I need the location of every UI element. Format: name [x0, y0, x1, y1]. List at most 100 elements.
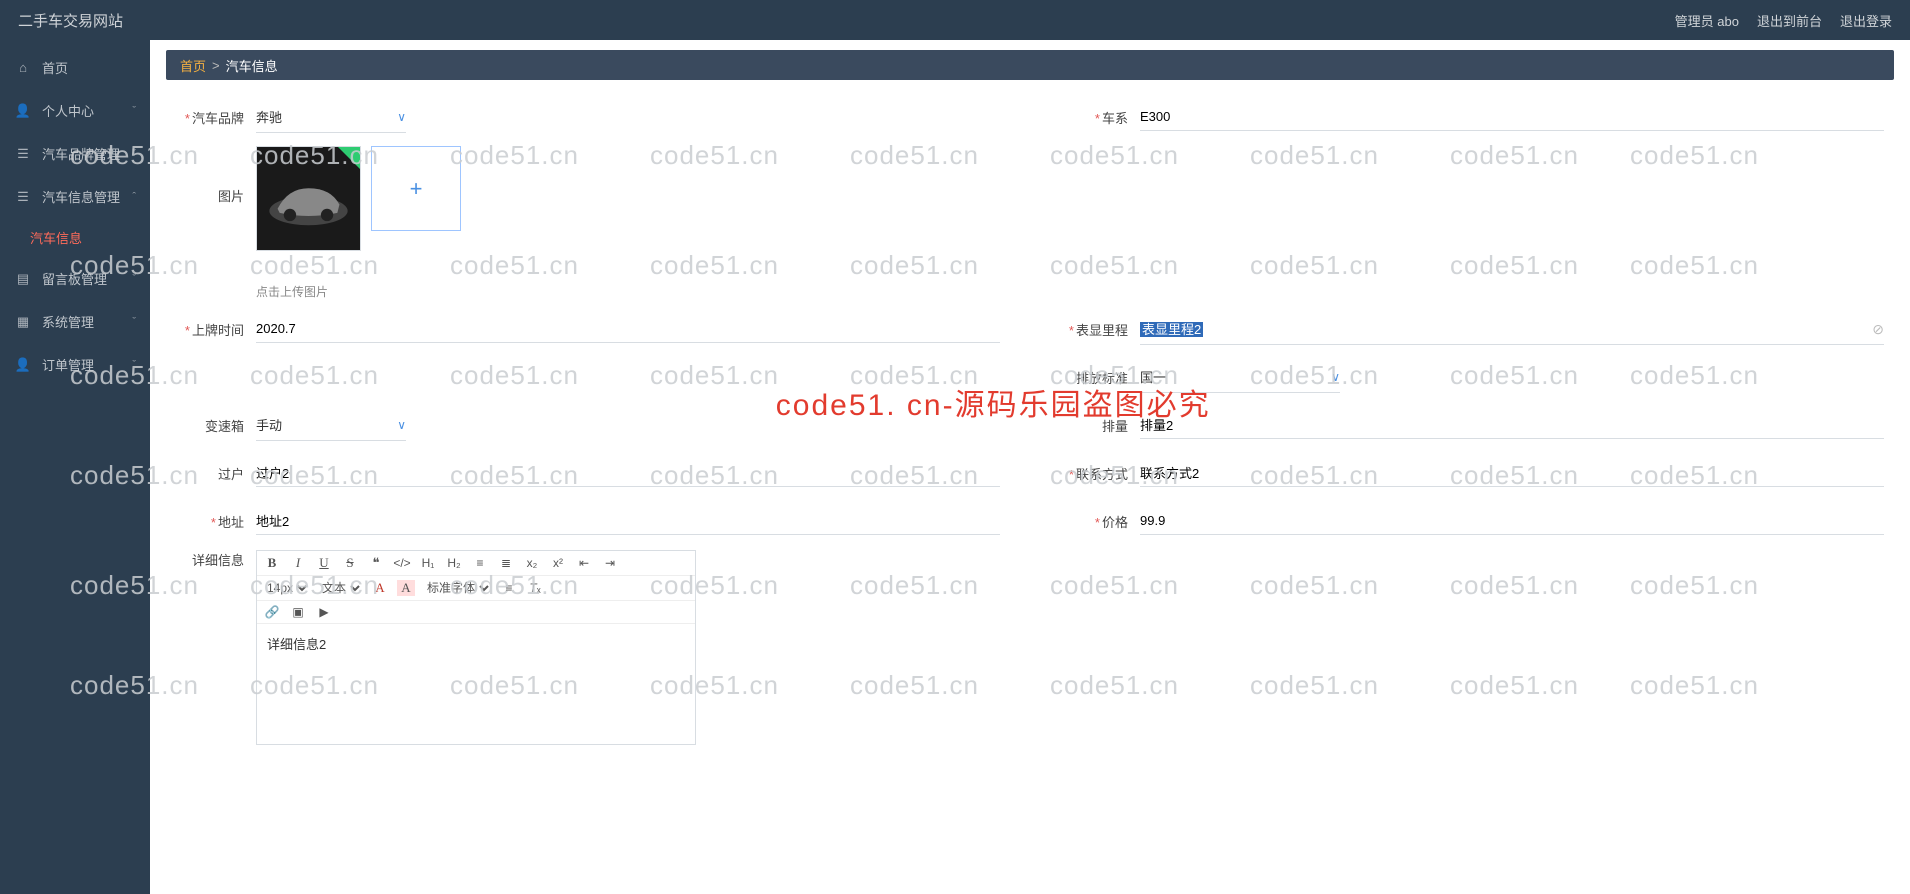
- label-image: 图片: [176, 186, 244, 205]
- chevron-down-icon: ˇ: [132, 359, 136, 371]
- series-input[interactable]: [1140, 103, 1884, 131]
- topbar: 二手车交易网站 管理员 abo 退出到前台 退出登录: [0, 0, 1910, 40]
- editor-toolbar-3: 🔗 ▣ ▶: [257, 601, 695, 624]
- emission-select[interactable]: 国一 ∨: [1140, 361, 1340, 393]
- sidebar-item-system-mgmt[interactable]: ▦ 系统管理 ˇ: [0, 300, 150, 343]
- editor-content[interactable]: 详细信息2: [257, 624, 695, 744]
- align-button[interactable]: ≡: [500, 581, 518, 595]
- label-displacement: 排量: [1060, 416, 1128, 435]
- bg-color-button[interactable]: A: [397, 580, 415, 596]
- chevron-down-icon: ˇ: [132, 316, 136, 328]
- home-icon: ⌂: [14, 60, 32, 75]
- fonttype-select[interactable]: 文本: [318, 580, 363, 596]
- clear-icon[interactable]: ⊘: [1872, 321, 1884, 338]
- sidebar-item-label: 留言板管理: [42, 269, 107, 288]
- indent-right-button[interactable]: ⇥: [601, 556, 619, 570]
- strike-button[interactable]: S: [341, 555, 359, 571]
- indent-left-button[interactable]: ⇤: [575, 556, 593, 570]
- sidebar-item-label: 个人中心: [42, 101, 94, 120]
- clear-format-button[interactable]: Tₓ: [526, 581, 544, 595]
- editor-toolbar-2: 14px 文本 A A 标准字体 ≡ Tₓ: [257, 576, 695, 601]
- ordered-list-button[interactable]: ≡: [471, 556, 489, 570]
- label-price: *价格: [1060, 512, 1128, 531]
- brand-select[interactable]: 奔驰 ∨: [256, 101, 406, 133]
- link-button[interactable]: 🔗: [263, 605, 281, 619]
- label-emission: 排放标准: [1060, 368, 1128, 387]
- address-input[interactable]: [256, 507, 1000, 535]
- label-address: *地址: [176, 512, 244, 531]
- success-corner-icon: [338, 147, 360, 169]
- video-button[interactable]: ▶: [315, 605, 333, 619]
- chevron-down-icon: ˇ: [132, 273, 136, 285]
- chevron-down-icon: ∨: [397, 110, 406, 124]
- grid-icon: ▦: [14, 314, 32, 330]
- plus-icon: +: [410, 176, 423, 202]
- sidebar-item-brand-mgmt[interactable]: ☰ 汽车品牌管理 ˇ: [0, 132, 150, 175]
- contact-input[interactable]: [1140, 459, 1884, 487]
- note-icon: ▤: [14, 271, 32, 287]
- transfer-input[interactable]: [256, 459, 1000, 487]
- unordered-list-button[interactable]: ≣: [497, 556, 515, 570]
- breadcrumb-current: 汽车信息: [226, 56, 278, 75]
- sidebar-item-label: 首页: [42, 58, 68, 77]
- mileage-input[interactable]: 表显里程2: [1140, 313, 1884, 345]
- sidebar-item-profile[interactable]: 👤 个人中心 ˇ: [0, 89, 150, 132]
- label-gearbox: 变速箱: [176, 416, 244, 435]
- underline-button[interactable]: U: [315, 555, 333, 571]
- app-title: 二手车交易网站: [18, 10, 123, 31]
- breadcrumb-sep: >: [212, 58, 220, 73]
- label-mileage: *表显里程: [1060, 320, 1128, 339]
- superscript-button[interactable]: x²: [549, 556, 567, 570]
- label-regtime: *上牌时间: [176, 320, 244, 339]
- chevron-down-icon: ∨: [1331, 370, 1340, 384]
- chevron-down-icon: ∨: [397, 418, 406, 432]
- sidebar-subitem-car-info[interactable]: 汽车信息: [0, 218, 150, 257]
- list-icon: ☰: [14, 189, 32, 205]
- sidebar-item-message-mgmt[interactable]: ▤ 留言板管理 ˇ: [0, 257, 150, 300]
- subscript-button[interactable]: x₂: [523, 556, 541, 570]
- sidebar-item-order-mgmt[interactable]: 👤 订单管理 ˇ: [0, 343, 150, 386]
- chevron-up-icon: ˆ: [132, 191, 136, 203]
- sidebar-item-label: 汽车信息管理: [42, 187, 120, 206]
- chevron-down-icon: ˇ: [132, 148, 136, 160]
- image-button[interactable]: ▣: [289, 605, 307, 619]
- user-icon: 👤: [14, 357, 32, 373]
- fontsize-select[interactable]: 14px: [263, 580, 310, 596]
- sidebar-item-label: 订单管理: [42, 355, 94, 374]
- uploaded-image[interactable]: [256, 146, 361, 251]
- fontfamily-select[interactable]: 标准字体: [423, 580, 492, 596]
- displacement-input[interactable]: [1140, 411, 1884, 439]
- regtime-input[interactable]: [256, 315, 1000, 343]
- add-image-button[interactable]: +: [371, 146, 461, 231]
- label-series: *车系: [1060, 108, 1128, 127]
- gearbox-select[interactable]: 手动 ∨: [256, 409, 406, 441]
- bold-button[interactable]: B: [263, 555, 281, 571]
- back-to-front-button[interactable]: 退出到前台: [1757, 11, 1822, 30]
- code-button[interactable]: </>: [393, 556, 411, 570]
- label-transfer: 过户: [176, 464, 244, 483]
- h2-button[interactable]: H₂: [445, 556, 463, 570]
- sidebar-item-label: 系统管理: [42, 312, 94, 331]
- quote-button[interactable]: ❝: [367, 555, 385, 571]
- label-detail: 详细信息: [176, 550, 244, 569]
- chevron-down-icon: ˇ: [132, 105, 136, 117]
- main-content: 首页 > 汽车信息 *汽车品牌 奔驰 ∨ *车系 图片: [150, 40, 1910, 894]
- label-contact: *联系方式: [1060, 464, 1128, 483]
- breadcrumb-home-link[interactable]: 首页: [180, 56, 206, 75]
- logout-button[interactable]: 退出登录: [1840, 11, 1892, 30]
- sidebar: ⌂ 首页 👤 个人中心 ˇ ☰ 汽车品牌管理 ˇ ☰ 汽车信息管理 ˆ 汽车信息…: [0, 40, 150, 894]
- label-brand: *汽车品牌: [176, 108, 244, 127]
- price-input[interactable]: [1140, 507, 1884, 535]
- sidebar-item-home[interactable]: ⌂ 首页: [0, 46, 150, 89]
- upload-hint: 点击上传图片: [256, 283, 461, 300]
- italic-button[interactable]: I: [289, 555, 307, 571]
- user-icon: 👤: [14, 103, 32, 119]
- topbar-right: 管理员 abo 退出到前台 退出登录: [1675, 11, 1892, 30]
- font-color-button[interactable]: A: [371, 580, 389, 596]
- rich-text-editor: B I U S ❝ </> H₁ H₂ ≡ ≣ x₂ x² ⇤ ⇥: [256, 550, 696, 745]
- sidebar-item-car-info-mgmt[interactable]: ☰ 汽车信息管理 ˆ: [0, 175, 150, 218]
- user-label[interactable]: 管理员 abo: [1675, 11, 1739, 30]
- list-icon: ☰: [14, 146, 32, 162]
- h1-button[interactable]: H₁: [419, 556, 437, 570]
- car-info-form: *汽车品牌 奔驰 ∨ *车系 图片: [166, 98, 1894, 745]
